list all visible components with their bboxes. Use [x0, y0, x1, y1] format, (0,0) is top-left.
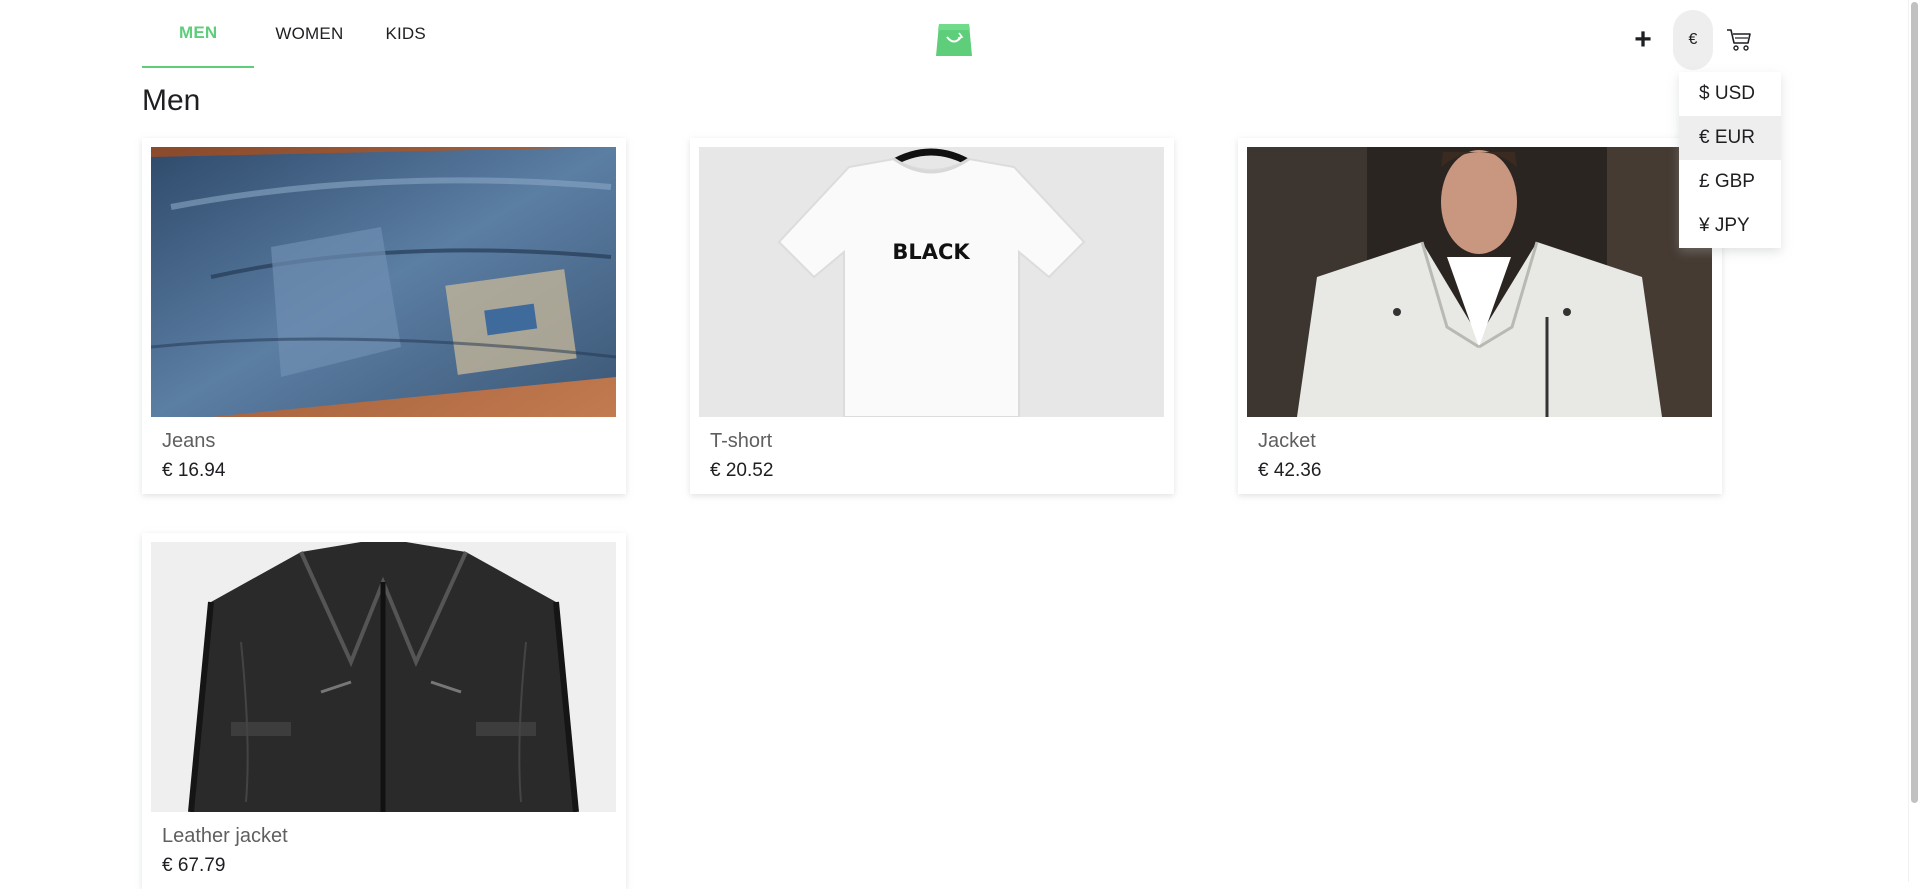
product-image-leather-jacket[interactable]: [151, 542, 616, 812]
svg-text:BLACK: BLACK: [892, 240, 970, 264]
cart-icon[interactable]: [1719, 20, 1759, 60]
product-image-tshirt[interactable]: BLACK: [699, 147, 1164, 417]
product-card-leather-jacket[interactable]: Leather jacket € 67.79: [142, 533, 626, 889]
product-name: Leather jacket: [162, 825, 288, 847]
product-name: T-short: [710, 430, 773, 452]
add-button[interactable]: +: [1623, 20, 1663, 60]
product-name: Jeans: [162, 430, 216, 452]
category-tabs: MEN WOMEN KIDS: [142, 0, 447, 70]
product-card-jeans[interactable]: Jeans € 16.94: [142, 138, 626, 494]
currency-option-eur[interactable]: € EUR: [1679, 116, 1781, 160]
product-price: € 16.94: [162, 460, 226, 481]
product-price: € 20.52: [710, 460, 774, 481]
tab-women[interactable]: WOMEN: [254, 0, 364, 68]
product-card-jacket[interactable]: Jacket € 42.36: [1238, 138, 1722, 494]
header-actions: + €: [1623, 10, 1759, 70]
tab-kids[interactable]: KIDS: [364, 0, 446, 68]
product-card-tshirt[interactable]: BLACK T-short € 20.52: [690, 138, 1174, 494]
shopping-bag-logo-icon[interactable]: [935, 20, 973, 58]
product-price: € 42.36: [1258, 460, 1322, 481]
page-title: Men: [142, 84, 201, 117]
currency-dropdown: $ USD € EUR £ GBP ¥ JPY: [1679, 72, 1781, 248]
scrollbar-track[interactable]: [1908, 0, 1920, 882]
currency-switcher-button[interactable]: €: [1673, 10, 1713, 70]
currency-option-usd[interactable]: $ USD: [1679, 72, 1781, 116]
scrollbar-thumb[interactable]: [1911, 2, 1918, 803]
currency-option-jpy[interactable]: ¥ JPY: [1679, 204, 1781, 248]
tab-men[interactable]: MEN: [142, 0, 255, 68]
product-name: Jacket: [1258, 430, 1316, 452]
product-image-jeans[interactable]: [151, 147, 616, 417]
top-navigation: MEN WOMEN KIDS + €: [0, 0, 1909, 80]
product-price: € 67.79: [162, 855, 226, 876]
product-image-jacket[interactable]: [1247, 147, 1712, 417]
currency-option-gbp[interactable]: £ GBP: [1679, 160, 1781, 204]
